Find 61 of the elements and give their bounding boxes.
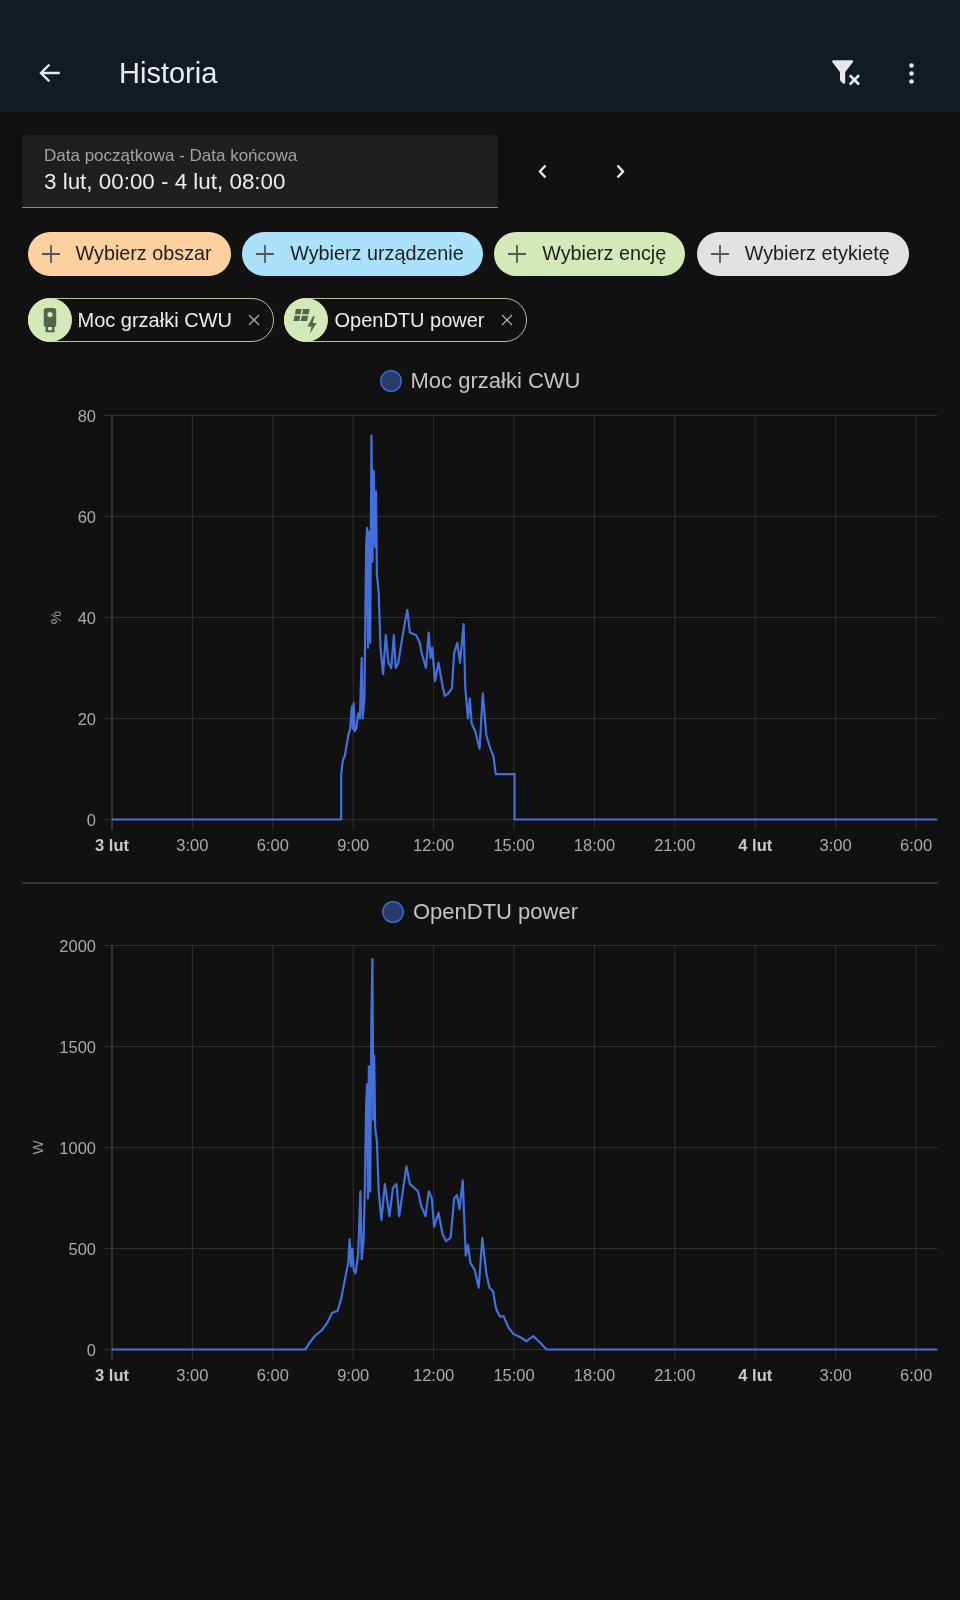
entity-name: Moc grzałki CWU (77, 308, 232, 332)
more-menu-icon (908, 62, 914, 84)
x-axis-tick-label: 9:00 (337, 1365, 370, 1384)
solar-panel-icon (284, 298, 329, 342)
plus-icon (507, 243, 528, 264)
y-axis-label: % (47, 610, 65, 624)
y-axis-tick-label: 0 (86, 810, 96, 829)
boiler-icon (27, 298, 72, 342)
x-axis-tick-label: 18:00 (573, 835, 616, 854)
x-axis-tick-label: 6:00 (256, 835, 289, 854)
y-axis-tick-label: 40 (77, 608, 96, 627)
page-title: Historia (119, 56, 218, 90)
y-axis-tick-label: 80 (77, 406, 96, 425)
x-axis-tick-label: 4 lut (738, 835, 773, 854)
legend-label[interactable]: Moc grzałki CWU (410, 368, 581, 395)
x-axis-tick-label: 15:00 (493, 1365, 535, 1384)
x-axis-tick-label: 3:00 (819, 1365, 852, 1384)
y-axis-tick-label: 60 (77, 507, 96, 526)
plus-icon (255, 243, 276, 264)
x-axis-tick-label: 12:00 (412, 835, 455, 854)
y-axis-tick-label: 0 (86, 1340, 96, 1359)
field-label: Data początkowa - Data końcowa (44, 146, 298, 166)
add-filter-chip[interactable]: Wybierz etykietę (696, 231, 909, 276)
x-axis-tick-label: 6:00 (900, 1365, 933, 1384)
x-axis-tick-label: 6:00 (900, 835, 933, 854)
y-axis-label: W (28, 1140, 46, 1155)
x-axis-tick-label: 4 lut (738, 1365, 773, 1384)
add-filter-chip[interactable]: Wybierz urządzenie (242, 231, 483, 276)
x-axis-tick-label: 3:00 (176, 1365, 209, 1384)
x-axis-tick-label: 12:00 (412, 1365, 455, 1384)
x-axis-tick-label: 18:00 (573, 1365, 616, 1384)
y-axis-tick-label: 2000 (59, 936, 96, 955)
date-range-field[interactable]: Data początkowa - Data końcowa 3 lut, 00:00 - 4 lut, 08:00 (22, 135, 498, 208)
close-icon (247, 314, 260, 326)
field-value: 3 lut, 00:00 - 4 lut, 08:00 (44, 168, 286, 196)
x-axis-tick-label: 6:00 (256, 1365, 289, 1384)
add-filter-chip[interactable]: Wybierz encję (494, 231, 686, 276)
x-axis-tick-label: 3:00 (176, 835, 209, 854)
x-axis-tick-label: 3 lut (95, 1365, 129, 1384)
x-axis-tick-label: 21:00 (654, 835, 696, 854)
chevron-right-icon (615, 164, 625, 179)
x-axis-tick-label: 3:00 (819, 835, 852, 854)
y-axis-tick-label: 1000 (59, 1138, 96, 1157)
x-axis-tick-label: 3 lut (95, 835, 129, 854)
x-axis-tick-label: 9:00 (337, 835, 370, 854)
entity-name: OpenDTU power (334, 308, 485, 332)
legend-dot-icon (381, 900, 404, 923)
y-axis-tick-label: 1500 (59, 1037, 96, 1056)
x-axis-tick-label: 15:00 (493, 835, 535, 854)
legend-dot-icon (379, 370, 402, 393)
y-axis-tick-label: 20 (77, 709, 96, 728)
plus-icon (709, 243, 730, 264)
close-icon (500, 314, 513, 326)
legend-label[interactable]: OpenDTU power (412, 898, 579, 925)
x-axis-tick-label: 21:00 (654, 1365, 696, 1384)
filter-clear-icon (832, 60, 860, 86)
arrow-left-icon (39, 62, 61, 84)
add-filter-chip[interactable]: Wybierz obszar (27, 231, 231, 276)
plus-icon (40, 243, 61, 264)
chevron-left-icon (537, 164, 547, 179)
y-axis-tick-label: 500 (68, 1239, 96, 1258)
